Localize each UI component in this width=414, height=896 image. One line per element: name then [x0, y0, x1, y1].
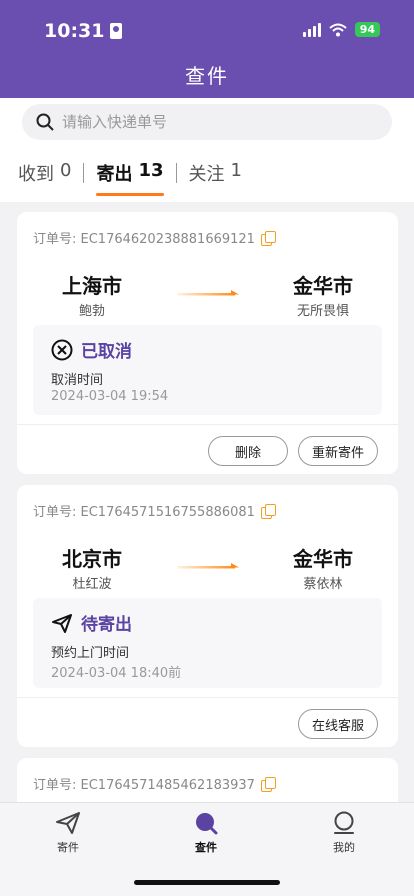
tab-followed[interactable]: 关注 1	[189, 160, 242, 196]
status-bar-time: 10:31	[44, 20, 123, 42]
home-indicator[interactable]	[134, 880, 280, 885]
online-service-button[interactable]: 在线客服	[298, 709, 378, 739]
top-bar: 10:31 94 查件	[0, 0, 414, 98]
status-heading: 待寄出	[51, 610, 132, 635]
search-icon	[196, 813, 218, 835]
order-number: 订单号: EC1764571485462183937	[33, 774, 276, 793]
tab-separator	[83, 163, 85, 183]
status-label: 取消时间	[51, 373, 104, 388]
send-icon	[56, 812, 80, 834]
order-card[interactable]: 订单号: EC1764571516755886081 北京市 杜红波 金华市 蔡…	[17, 485, 398, 747]
tab-received[interactable]: 收到 0	[18, 160, 71, 196]
status-bar-indicators: 94	[302, 22, 380, 37]
destination-city: 金华市	[293, 274, 353, 298]
tabbar-item-send[interactable]: 寄件	[28, 811, 108, 855]
sender-name: 杜红波	[72, 577, 112, 592]
copy-icon[interactable]	[260, 230, 276, 246]
order-number: 订单号: EC1764620238881669121	[33, 228, 276, 247]
status-time: 2024-03-04 18:40前	[51, 666, 182, 681]
order-card[interactable]: 订单号: EC1764620238881669121 上海市 鲍勃 金华市 无所…	[17, 212, 398, 474]
origin-city: 北京市	[62, 547, 122, 571]
tabbar-item-query[interactable]: 查件	[166, 811, 246, 855]
paper-plane-icon	[52, 613, 72, 633]
divider	[17, 424, 398, 425]
cancel-circle-icon	[51, 339, 73, 360]
delete-button[interactable]: 删除	[208, 436, 288, 466]
origin-city: 上海市	[62, 274, 122, 298]
search-box[interactable]	[22, 104, 392, 140]
order-number: 订单号: EC1764571516755886081	[33, 501, 276, 520]
status-text: 已取消	[81, 342, 132, 362]
status-heading: 已取消	[51, 337, 132, 362]
wifi-icon	[329, 23, 347, 36]
tabs: 收到 0 寄出 13 关注 1	[18, 160, 242, 196]
destination-city: 金华市	[293, 547, 353, 571]
divider	[17, 697, 398, 698]
resend-button[interactable]: 重新寄件	[298, 436, 378, 466]
tracking-number-input[interactable]	[62, 113, 362, 131]
time-text: 10:31	[44, 20, 105, 42]
signal-icon	[302, 22, 321, 37]
copy-icon[interactable]	[260, 503, 276, 519]
profile-icon	[334, 811, 354, 834]
search-area: 收到0 寄出13 关注1	[0, 98, 414, 202]
receiver-name: 蔡依林	[303, 577, 343, 592]
tabbar-item-profile[interactable]: 我的	[304, 811, 384, 855]
sender-name: 鲍勃	[78, 304, 105, 319]
id-card-icon	[110, 23, 123, 39]
status-label: 预约上门时间	[51, 646, 130, 661]
copy-icon[interactable]	[260, 776, 276, 792]
tab-separator	[175, 163, 177, 183]
status-text: 待寄出	[81, 615, 132, 635]
route-arrow-icon	[177, 563, 239, 569]
status-box: 待寄出 预约上门时间 2024-03-04 18:40前	[33, 598, 382, 688]
status-box: 已取消 取消时间 2024-03-04 19:54	[33, 325, 382, 415]
search-icon	[36, 113, 54, 131]
receiver-name: 无所畏惧	[296, 304, 349, 319]
route-arrow-icon	[177, 290, 239, 296]
status-time: 2024-03-04 19:54	[51, 389, 169, 404]
battery-indicator: 94	[354, 22, 380, 37]
tab-sent[interactable]: 寄出 13	[96, 160, 164, 196]
page-title: 查件	[185, 64, 229, 88]
